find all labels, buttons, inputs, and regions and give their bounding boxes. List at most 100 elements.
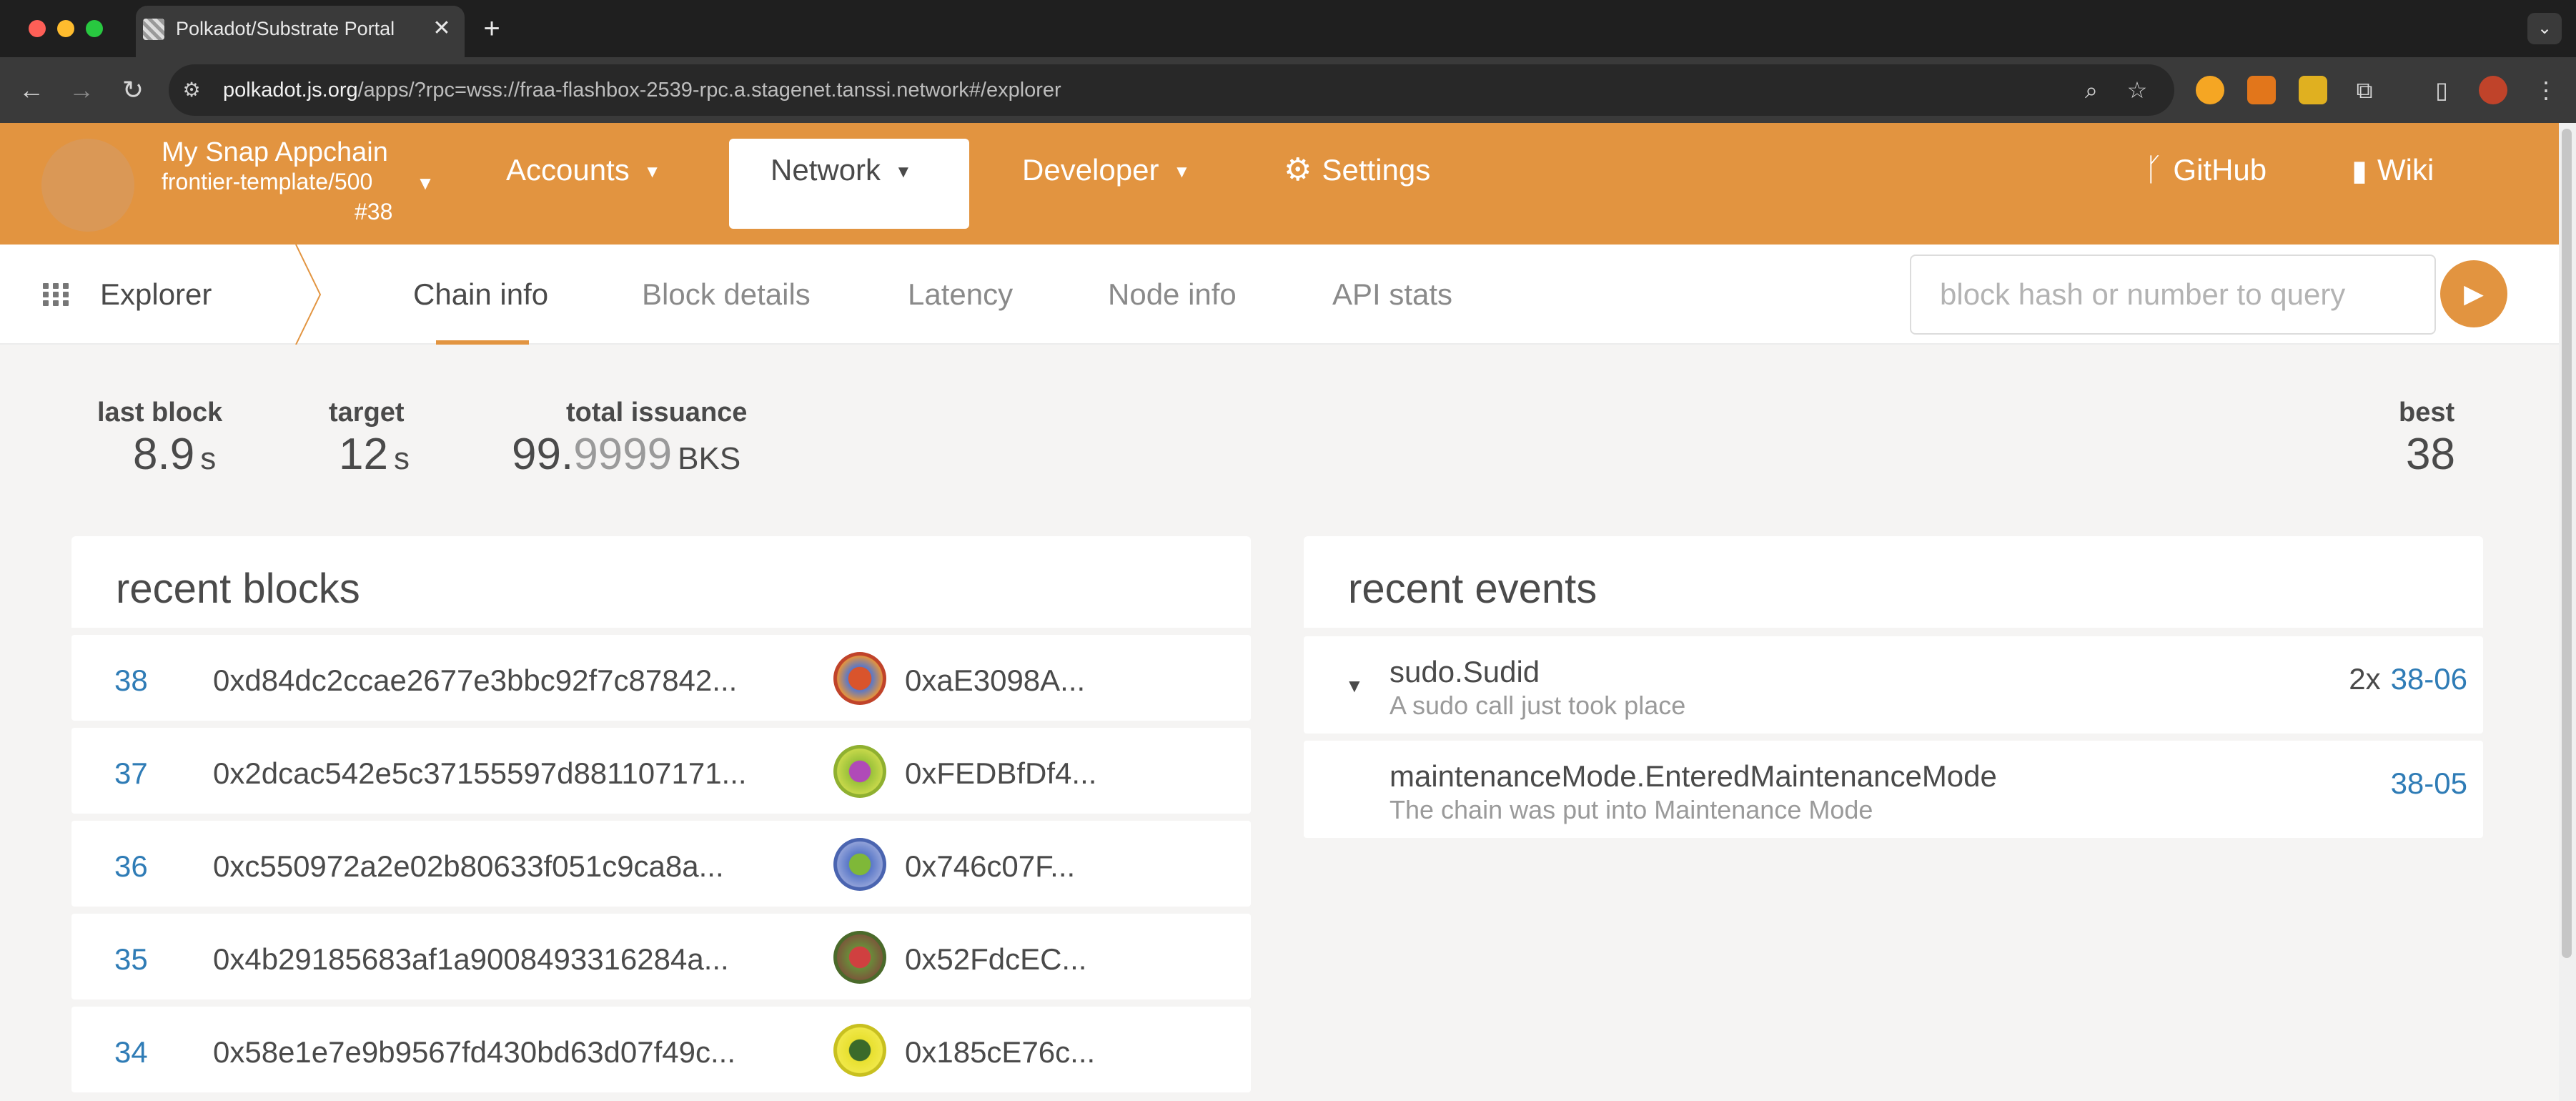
target-value: 12 s [339,429,410,480]
tab-node-info[interactable]: Node info [1108,277,1237,312]
menu-developer-label: Developer [1022,153,1159,187]
best-value: 38 [2406,430,2455,479]
event-name: sudo.Sudid [1389,655,1540,688]
side-panel-icon[interactable]: ▯ [2426,73,2457,107]
chain-name[interactable]: My Snap Appchain [162,137,388,168]
last-block-value: 8.9 s [133,429,216,480]
gear-icon: ⚙ [1284,152,1312,187]
menu-network-label: Network [771,153,881,187]
last-block-label: last block [97,398,223,428]
expand-caret-icon[interactable]: ▼ [1345,675,1364,697]
close-window-button[interactable] [29,20,46,37]
total-issuance-value: 99.9999 BKS [512,429,740,480]
block-author[interactable]: 0xFEDBfDf4... [905,756,1096,791]
recent-blocks-header: recent blocks [71,536,1251,628]
minimize-window-button[interactable] [57,20,74,37]
tab-latency[interactable]: Latency [908,277,1013,312]
block-hash: 0x4b29185683af1a9008493316284a... [213,942,729,976]
author-identicon-icon[interactable] [833,652,886,705]
url-text[interactable]: polkadot.js.org/apps/?rpc=wss://fraa-fla… [223,73,1061,107]
author-identicon-icon[interactable] [833,745,886,798]
best-label: best [2399,398,2455,428]
block-author[interactable]: 0x52FdcEC... [905,942,1086,977]
reload-icon[interactable]: ↻ [116,73,150,107]
chevron-down-icon: ▼ [1173,162,1191,182]
tab-search-button[interactable]: ⌄ [2527,13,2562,44]
event-description: A sudo call just took place [1389,691,1686,720]
tab-close-icon[interactable]: ✕ [429,16,455,41]
block-query-input[interactable] [1910,255,2436,335]
event-ref-link[interactable]: 38-05 [2391,766,2467,800]
url-path: /apps/?rpc=wss://fraa-flashbox-2539-rpc.… [357,79,1061,102]
block-number-link[interactable]: 36 [114,849,148,884]
block-number-link[interactable]: 34 [114,1035,148,1070]
target-label: target [329,398,405,428]
tab-chain-info[interactable]: Chain info [413,277,548,312]
last-block-number: 8.9 [133,430,195,479]
metamask-extension-icon[interactable] [2247,76,2276,104]
block-number-link[interactable]: 38 [114,663,148,698]
chevron-down-icon: ▼ [895,162,912,182]
last-block-unit: s [200,441,217,476]
block-author[interactable]: 0x746c07F... [905,849,1075,884]
grid-icon[interactable] [43,280,74,309]
menu-github-label: GitHub [2173,153,2267,187]
zoom-icon[interactable]: ⌕ [2076,73,2107,107]
menu-accounts[interactable]: Accounts ▼ [506,144,661,196]
block-number-link[interactable]: 35 [114,942,148,977]
table-row: 35 0x4b29185683af1a9008493316284a... 0x5… [71,914,1251,999]
event-name: maintenanceMode.EnteredMaintenanceMode [1389,759,1997,793]
chain-best-block: #38 [355,199,393,224]
menu-accounts-label: Accounts [506,153,630,187]
zoom-window-button[interactable] [86,20,103,37]
menu-network-item[interactable]: Network ▼ [771,144,912,196]
tab-block-details[interactable]: Block details [642,277,811,312]
author-identicon-icon[interactable] [833,838,886,891]
explorer-subnav: Explorer Chain info Block details Latenc… [0,245,2559,345]
menu-developer[interactable]: Developer ▼ [1022,144,1190,196]
browser-menu-icon[interactable]: ⋮ [2530,73,2562,107]
git-branch-icon: ᚴ [2144,152,2164,187]
table-row: 34 0x58e1e7e9b9567fd430bd63d07f49c... 0x… [71,1007,1251,1092]
book-icon: ▮ [2352,155,2368,187]
chevron-down-icon[interactable]: ▼ [415,169,436,197]
new-tab-button[interactable]: + [477,14,506,43]
menu-settings[interactable]: ⚙ Settings [1284,144,1430,196]
chain-runtime[interactable]: frontier-template/500 [162,169,372,195]
extension-icon[interactable] [2196,76,2224,104]
author-identicon-icon[interactable] [833,1024,886,1077]
block-author[interactable]: 0xaE3098A... [905,663,1085,698]
issuance-integer: 99. [512,430,574,479]
play-icon[interactable]: ▶ [2440,260,2507,327]
extensions-puzzle-icon[interactable]: ⧉ [2349,73,2380,107]
forward-icon[interactable]: → [64,73,99,107]
browser-toolbar: ← → ↻ ⚙ polkadot.js.org/apps/?rpc=wss://… [0,57,2576,123]
tab-api-stats[interactable]: API stats [1332,277,1452,312]
block-hash: 0xd84dc2ccae2677e3bbc92f7c87842... [213,663,738,697]
menu-wiki[interactable]: ▮ Wiki [2352,144,2434,196]
extension-icon[interactable] [2299,76,2327,104]
menu-github[interactable]: ᚴ GitHub [2144,144,2267,196]
total-issuance-label: total issuance [566,398,748,428]
block-hash: 0x58e1e7e9b9567fd430bd63d07f49c... [213,1035,736,1069]
table-row: 36 0xc550972a2e02b80633f051c9ca8a... 0x7… [71,821,1251,907]
page-scrollbar-thumb[interactable] [2562,129,2572,958]
event-ref-link[interactable]: 38-06 [2391,662,2467,696]
table-row: 38 0xd84dc2ccae2677e3bbc92f7c87842... 0x… [71,635,1251,721]
site-info-icon[interactable]: ⚙ [179,77,204,103]
profile-avatar[interactable] [2479,76,2507,104]
list-item[interactable]: maintenanceMode.EnteredMaintenanceMode T… [1304,741,2483,838]
event-multiplier: 2x [2349,662,2381,696]
recent-events-title: recent events [1348,566,1597,612]
app-header: My Snap Appchain frontier-template/500 #… [0,123,2559,245]
recent-events-header: recent events [1304,536,2483,628]
block-author[interactable]: 0x185cE76c... [905,1035,1095,1070]
author-identicon-icon[interactable] [833,931,886,984]
back-icon[interactable]: ← [14,73,49,107]
active-tab-indicator [436,340,529,345]
list-item[interactable]: ▼ sudo.Sudid A sudo call just took place… [1304,636,2483,734]
chain-logo [41,139,134,232]
block-number-link[interactable]: 37 [114,756,148,791]
recent-blocks-title: recent blocks [116,566,360,612]
bookmark-star-icon[interactable]: ☆ [2121,73,2153,107]
